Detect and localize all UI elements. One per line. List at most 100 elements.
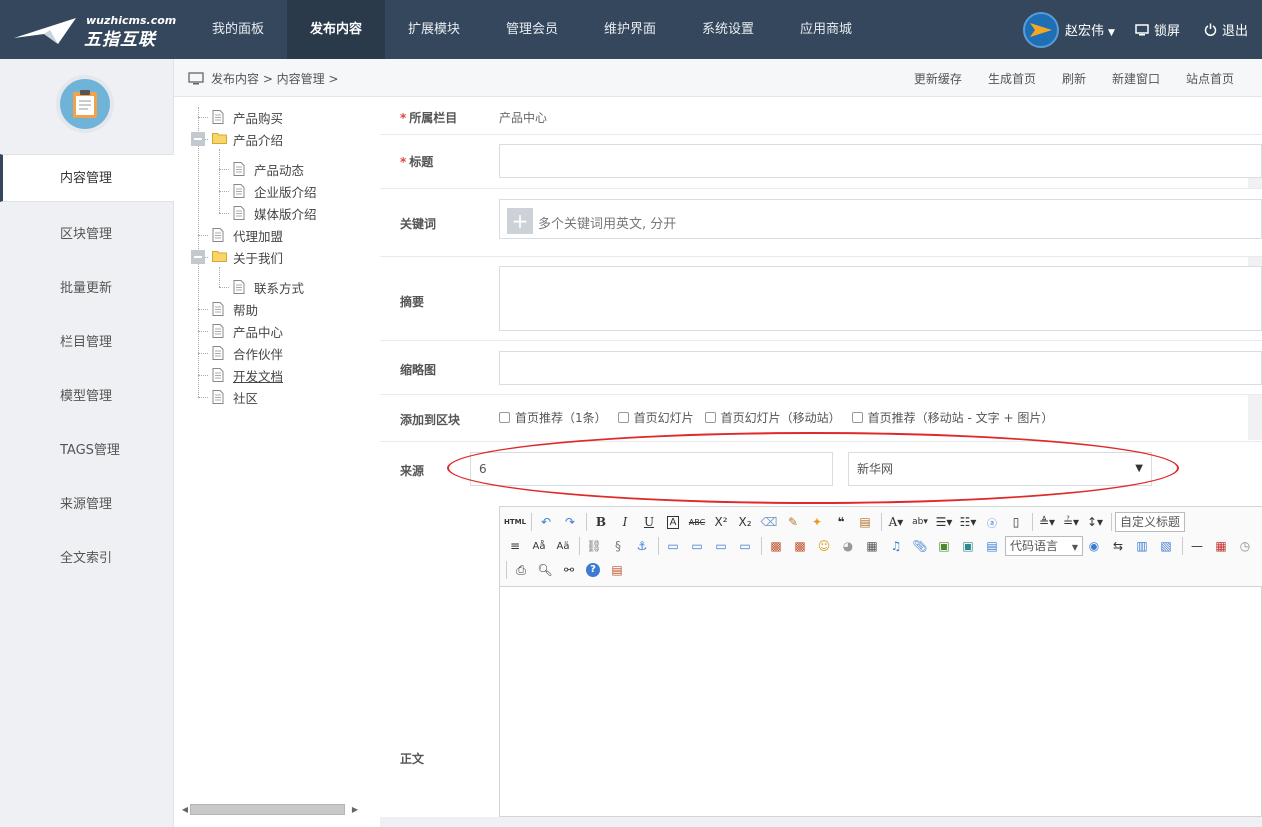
page-action-3[interactable]: 新建窗口 xyxy=(1112,70,1160,87)
redo-icon[interactable]: ↷ xyxy=(559,512,581,532)
page-action-0[interactable]: 更新缓存 xyxy=(914,70,962,87)
anchor-icon[interactable]: ⚓ xyxy=(631,536,653,556)
checkbox[interactable] xyxy=(851,412,863,423)
block-option-3[interactable]: 首页推荐（移动站 - 文字 + 图片） xyxy=(851,409,1053,426)
image-none-icon[interactable]: ▭ xyxy=(662,536,684,556)
align-justify-icon[interactable]: ≡ xyxy=(504,536,526,556)
tree-scrollbar[interactable]: ◀ ▶ xyxy=(180,802,360,816)
auto-format-icon[interactable]: ✦ xyxy=(806,512,828,532)
eraser-icon[interactable]: ⌫ xyxy=(758,512,780,532)
clear-doc-icon[interactable]: ▯ xyxy=(1005,512,1027,532)
row-spacing-top-icon[interactable]: ≜▾ xyxy=(1036,512,1058,532)
image-right-icon[interactable]: ▭ xyxy=(710,536,732,556)
unordered-list-icon[interactable]: ☷▾ xyxy=(957,512,979,532)
sidebar-item-7[interactable]: 全文索引 xyxy=(0,532,174,586)
nav-item-4[interactable]: 维护界面 xyxy=(581,0,679,59)
scrawl-icon[interactable]: ◕ xyxy=(837,536,859,556)
collapse-icon[interactable] xyxy=(191,132,205,146)
add-keyword-button[interactable]: + xyxy=(507,208,533,234)
sidebar-item-3[interactable]: 栏目管理 xyxy=(0,316,174,370)
code-language-select[interactable]: 代码语言 ▼ xyxy=(1005,536,1083,556)
lock-screen-button[interactable]: 锁屏 xyxy=(1135,20,1180,39)
block-option-0[interactable]: 首页推荐（1条） xyxy=(499,409,607,426)
collapse-icon[interactable] xyxy=(191,250,205,264)
wordimage-icon[interactable]: ▧ xyxy=(1155,536,1177,556)
tree-item[interactable]: 代理加盟 xyxy=(212,225,283,245)
sidebar-item-5[interactable]: TAGS管理 xyxy=(0,424,174,478)
gmap-icon[interactable]: ▣ xyxy=(957,536,979,556)
nav-item-0[interactable]: 我的面板 xyxy=(189,0,287,59)
italic-icon[interactable]: I xyxy=(614,512,636,532)
title-input[interactable] xyxy=(499,144,1262,178)
search-replace-icon[interactable]: ⚯ xyxy=(558,560,580,580)
editor-body[interactable] xyxy=(500,587,1261,816)
html-source-button[interactable]: HTML xyxy=(504,512,526,532)
font-color-icon[interactable]: A▾ xyxy=(885,512,907,532)
music-icon[interactable]: ♫ xyxy=(885,536,907,556)
nav-item-6[interactable]: 应用商城 xyxy=(777,0,875,59)
tree-item[interactable]: 产品中心 xyxy=(212,321,283,341)
print-icon[interactable]: ⎙ xyxy=(510,560,532,580)
image-center-icon[interactable]: ▭ xyxy=(734,536,756,556)
ordered-list-icon[interactable]: ☰▾ xyxy=(933,512,955,532)
preview-icon[interactable]: 🔍︎ xyxy=(534,560,556,580)
select-all-icon[interactable]: ⓐ xyxy=(981,512,1003,532)
subscript-icon[interactable]: X₂ xyxy=(734,512,756,532)
logout-button[interactable]: 退出 xyxy=(1204,20,1248,39)
superscript-icon[interactable]: X² xyxy=(710,512,732,532)
tree-item[interactable]: 联系方式 xyxy=(233,277,304,297)
font-border-icon[interactable]: A xyxy=(662,512,684,532)
custom-title-select[interactable]: 自定义标题 xyxy=(1115,512,1186,532)
tree-item[interactable]: 合作伙伴 xyxy=(212,343,283,363)
date-icon[interactable]: ▦ xyxy=(1210,536,1232,556)
sidebar-item-2[interactable]: 批量更新 xyxy=(0,262,174,316)
unlink-icon[interactable]: § xyxy=(607,536,629,556)
strikethrough-icon[interactable]: ABC xyxy=(686,512,708,532)
undo-icon[interactable]: ↶ xyxy=(535,512,557,532)
scroll-left-icon[interactable]: ◀ xyxy=(180,805,190,814)
rich-text-editor[interactable]: HTML ↶ ↷ B I U A ABC X² X₂ ⌫ ✎ ✦ ❝ ▤ A▾ … xyxy=(499,506,1262,817)
thumbnail-input[interactable] xyxy=(499,351,1262,385)
sidebar-item-4[interactable]: 模型管理 xyxy=(0,370,174,424)
horizontal-rule-icon[interactable]: — xyxy=(1186,536,1208,556)
page-action-4[interactable]: 站点首页 xyxy=(1186,70,1234,87)
ltr-icon[interactable]: Aå xyxy=(528,536,550,556)
map-icon[interactable]: ▣ xyxy=(933,536,955,556)
checkbox[interactable] xyxy=(617,412,629,423)
checkbox[interactable] xyxy=(499,412,510,423)
insert-frame-icon[interactable]: ▤ xyxy=(981,536,1003,556)
page-action-1[interactable]: 生成首页 xyxy=(988,70,1036,87)
nav-item-5[interactable]: 系统设置 xyxy=(679,0,777,59)
tree-item[interactable]: 社区 xyxy=(212,387,258,407)
nav-item-2[interactable]: 扩展模块 xyxy=(385,0,483,59)
tree-item[interactable]: 开发文档 xyxy=(212,365,283,385)
video-icon[interactable]: ▦ xyxy=(861,536,883,556)
bold-icon[interactable]: B xyxy=(590,512,612,532)
attachment-icon[interactable]: 📎︎ xyxy=(909,536,931,556)
template-icon[interactable]: ⇆ xyxy=(1107,536,1129,556)
image-left-icon[interactable]: ▭ xyxy=(686,536,708,556)
tree-item[interactable]: 媒体版介绍 xyxy=(233,203,317,223)
multi-image-icon[interactable]: ▩ xyxy=(789,536,811,556)
scroll-thumb[interactable] xyxy=(190,803,345,815)
block-option-2[interactable]: 首页幻灯片（移动站） xyxy=(704,409,841,426)
tree-item[interactable]: 产品动态 xyxy=(233,159,304,179)
page-break-icon[interactable]: ◉ xyxy=(1083,536,1105,556)
tree-item[interactable]: 帮助 xyxy=(212,299,258,319)
nav-item-1[interactable]: 发布内容 xyxy=(287,0,385,59)
rtl-icon[interactable]: Aä xyxy=(552,536,574,556)
nav-item-3[interactable]: 管理会员 xyxy=(483,0,581,59)
simple-upload-icon[interactable]: ▩ xyxy=(765,536,787,556)
link-icon[interactable]: ⛓ xyxy=(583,536,605,556)
scroll-right-icon[interactable]: ▶ xyxy=(350,805,360,814)
sidebar-item-1[interactable]: 区块管理 xyxy=(0,208,174,262)
line-height-icon[interactable]: ↕▾ xyxy=(1084,512,1106,532)
tree-item[interactable]: 产品介绍 xyxy=(212,129,283,149)
blockquote-icon[interactable]: ❝ xyxy=(830,512,852,532)
tree-item[interactable]: 产品购买 xyxy=(212,107,283,127)
sidebar-item-0[interactable]: 内容管理 xyxy=(0,154,174,202)
user-menu[interactable]: 赵宏伟 ▼ xyxy=(1065,20,1115,39)
help-icon[interactable]: ? xyxy=(582,560,604,580)
row-spacing-bottom-icon[interactable]: ≟▾ xyxy=(1060,512,1082,532)
tree-item[interactable]: 企业版介绍 xyxy=(233,181,317,201)
